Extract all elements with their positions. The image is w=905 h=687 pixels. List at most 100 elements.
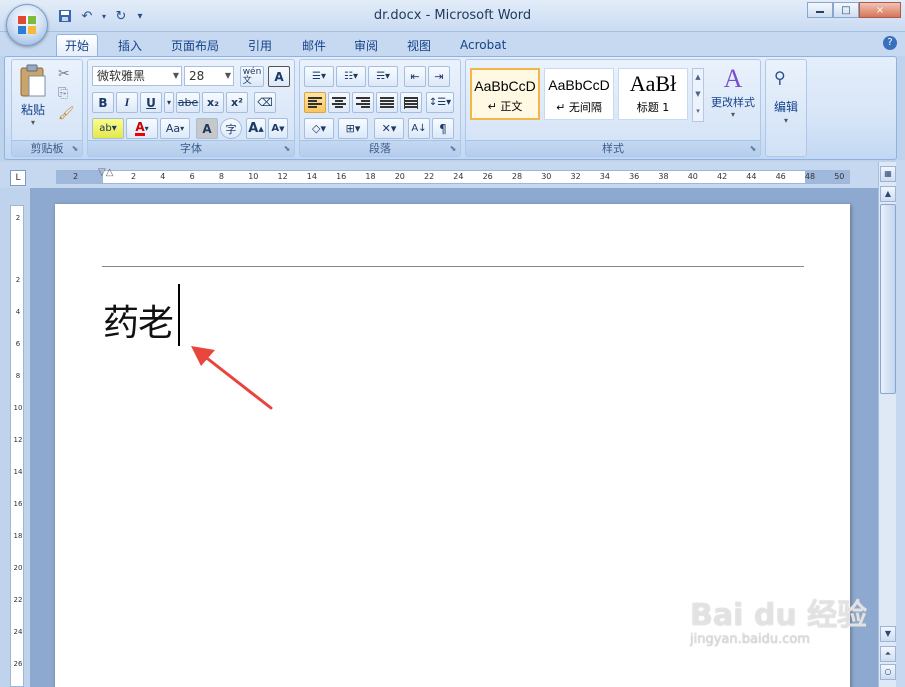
indent-marker-icon[interactable]: ▽△ — [98, 168, 113, 185]
tab-home[interactable]: 开始 — [56, 34, 99, 56]
numbering-button[interactable]: ☷▾ — [336, 66, 366, 87]
vruler-tick-label: 2 — [15, 276, 21, 284]
style-sample: AaBł — [629, 71, 677, 96]
help-icon[interactable]: ? — [883, 36, 897, 50]
justify-button[interactable] — [376, 92, 398, 113]
scroll-down-icon[interactable]: ▼ — [880, 626, 896, 642]
superscript-button[interactable]: x² — [226, 92, 248, 113]
tab-acrobat[interactable]: Acrobat — [452, 34, 514, 56]
chinese-layout-button[interactable]: ✕▾ — [374, 118, 404, 139]
line-spacing-button[interactable]: ↕☰▾ — [426, 92, 454, 113]
paste-dropdown-icon[interactable]: ▾ — [18, 118, 48, 127]
highlight-color-button[interactable]: ab▾ — [92, 118, 124, 139]
ruler-tick-label: 30 — [541, 172, 552, 181]
tab-review[interactable]: 审阅 — [346, 34, 386, 56]
tab-insert[interactable]: 插入 — [110, 34, 150, 56]
scroll-up-icon[interactable]: ▲ — [880, 186, 896, 202]
vruler-tick-label: 8 — [15, 372, 21, 380]
chevron-down-icon: ▼ — [224, 71, 231, 80]
ruler-tick-label: 12 — [277, 172, 288, 181]
font-size-combo[interactable]: 28 ▼ — [184, 66, 234, 86]
tab-mailings[interactable]: 邮件 — [294, 34, 334, 56]
font-color-button[interactable]: A ▾ — [126, 118, 158, 139]
minimize-button[interactable] — [807, 2, 833, 18]
text-cursor — [178, 284, 180, 346]
italic-button[interactable]: I — [116, 92, 138, 113]
ruler-tick-label: 26 — [482, 172, 493, 181]
shading-button[interactable]: ◇▾ — [304, 118, 334, 139]
clipboard-launcher-icon[interactable]: ⬊ — [70, 144, 80, 154]
chevron-down-icon: ▼ — [172, 71, 179, 80]
styles-scroll[interactable]: ▲ ▼ ▾ — [692, 68, 704, 122]
change-styles-icon: A — [723, 64, 743, 93]
pinyin-guide-button[interactable]: wén 文 — [240, 66, 264, 87]
document-text[interactable]: 药老 — [103, 294, 174, 346]
tab-references[interactable]: 引用 — [240, 34, 280, 56]
vruler-tick-label: 20 — [13, 564, 23, 572]
paste-button[interactable]: 粘贴 ▾ — [18, 64, 50, 127]
style-heading-1[interactable]: AaBł 标题 1 — [618, 68, 688, 120]
style-no-spacing[interactable]: AaBbCcD ↵ 无间隔 — [544, 68, 614, 120]
tab-selector[interactable]: L — [10, 170, 26, 186]
change-case-button[interactable]: Aa ▾ — [160, 118, 190, 139]
select-browse-object-icon[interactable]: ○ — [880, 664, 896, 680]
decrease-indent-icon[interactable]: ⇤ — [404, 66, 426, 87]
watermark-logo: Bai du 经验 — [690, 598, 868, 633]
ruler-toggle-icon[interactable]: ▦ — [880, 166, 896, 182]
copy-icon[interactable]: ⎘ — [58, 86, 68, 101]
window-controls: □ × — [807, 2, 901, 18]
bullets-button[interactable]: ☰▾ — [304, 66, 334, 87]
window-edge — [896, 160, 905, 687]
cut-icon[interactable]: ✂ — [58, 66, 70, 82]
underline-dropdown-icon[interactable]: ▾ — [164, 92, 174, 113]
vertical-scrollbar[interactable]: ▦ ▲ ▼ ⏶ ○ — [878, 162, 896, 687]
borders-button[interactable]: ⊞▾ — [338, 118, 368, 139]
ruler-tick-label: 34 — [599, 172, 610, 181]
distributed-button[interactable] — [400, 92, 422, 113]
vruler-tick-label: 18 — [13, 532, 23, 540]
clear-formatting-icon[interactable]: ⌫ — [254, 92, 276, 113]
ruler-tick-label: 8 — [218, 172, 224, 181]
style-sample: AaBbCcD — [548, 77, 610, 93]
multilevel-list-button[interactable]: ☴▾ — [368, 66, 398, 87]
paragraph-launcher-icon[interactable]: ⬊ — [448, 144, 458, 154]
vertical-ruler[interactable]: 2 2 4 6 8 10 12 14 16 18 20 22 24 26 — [10, 205, 24, 687]
align-center-button[interactable] — [328, 92, 350, 113]
underline-button[interactable]: U — [140, 92, 162, 113]
font-name-combo[interactable]: 微软雅黑 ▼ — [92, 66, 182, 86]
change-styles-button[interactable]: A 更改样式 ▾ — [708, 64, 758, 126]
increase-indent-icon[interactable]: ⇥ — [428, 66, 450, 87]
font-name-value: 微软雅黑 — [97, 69, 146, 83]
ruler-tick-label: 36 — [629, 172, 640, 181]
tab-view[interactable]: 视图 — [399, 34, 439, 56]
font-launcher-icon[interactable]: ⬊ — [282, 144, 292, 154]
office-button[interactable] — [6, 4, 48, 46]
scroll-thumb[interactable] — [880, 204, 896, 394]
character-border-button[interactable]: A — [268, 66, 290, 87]
styles-launcher-icon[interactable]: ⬊ — [748, 144, 758, 154]
previous-page-icon[interactable]: ⏶ — [880, 646, 896, 662]
character-shading-button[interactable]: A — [196, 118, 218, 139]
strikethrough-button[interactable]: abe — [176, 92, 200, 113]
bold-button[interactable]: B — [92, 92, 114, 113]
style-normal[interactable]: AaBbCcD ↵ 正文 — [470, 68, 540, 120]
paragraph-group-label: 段落 — [300, 140, 460, 156]
tab-page-layout[interactable]: 页面布局 — [163, 34, 227, 56]
align-right-button[interactable] — [352, 92, 374, 113]
enclose-characters-button[interactable]: 字 — [220, 118, 242, 139]
horizontal-ruler[interactable]: 2 2 4 6 8 10 12 14 16 18 20 22 24 26 28 30 32 34 36 38 40 42 4… — [56, 168, 850, 185]
vruler-tick-label: 26 — [13, 660, 23, 668]
subscript-button[interactable]: x₂ — [202, 92, 224, 113]
align-left-button[interactable] — [304, 92, 326, 113]
vruler-tick-label: 22 — [13, 596, 23, 604]
format-painter-icon[interactable]: 🖌 — [58, 106, 75, 121]
restore-button[interactable]: □ — [833, 2, 859, 18]
sort-icon[interactable]: A↓ — [408, 118, 430, 139]
style-name: ↵ 正文 — [487, 100, 523, 113]
shrink-font-button[interactable]: A ▼ — [268, 118, 288, 139]
show-marks-icon[interactable]: ¶ — [432, 118, 454, 139]
editing-group[interactable]: ⚲ 编辑 ▾ — [765, 59, 807, 157]
ruler-tick-label: 16 — [336, 172, 347, 181]
grow-font-button[interactable]: A ▲ — [246, 118, 266, 139]
close-button[interactable]: × — [859, 2, 901, 18]
